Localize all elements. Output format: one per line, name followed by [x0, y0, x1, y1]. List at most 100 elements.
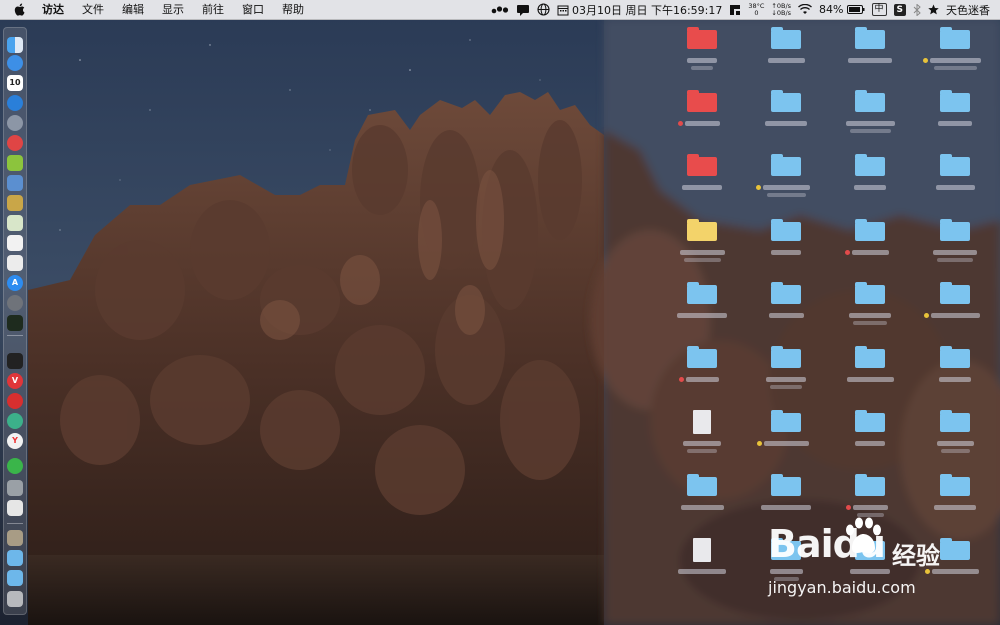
folder-icon	[687, 219, 717, 241]
desktop-item[interactable]	[939, 346, 971, 369]
wifi-icon[interactable]	[798, 4, 812, 15]
sync-icon[interactable]	[7, 413, 23, 429]
desktop-item[interactable]	[939, 154, 971, 177]
desktop-item-label	[854, 185, 886, 190]
appstore-icon[interactable]: A	[7, 275, 23, 291]
preview-icon[interactable]	[7, 175, 23, 191]
desktop-item[interactable]	[770, 27, 802, 50]
menu-app-finder[interactable]: 访达	[42, 0, 64, 19]
network-speed[interactable]: ↑0B/s ↓0B/s	[771, 2, 791, 17]
folder-icon	[687, 346, 717, 368]
desktop-item[interactable]	[686, 410, 718, 434]
bluetooth-icon[interactable]	[913, 3, 921, 16]
s-app-icon[interactable]: S	[893, 3, 906, 16]
globe-icon[interactable]	[537, 3, 550, 16]
battery-percent[interactable]: 84%	[819, 3, 843, 16]
archive-utility-icon[interactable]	[7, 530, 23, 546]
desktop-item[interactable]	[686, 219, 718, 242]
temperature-value: 0	[754, 8, 759, 17]
desktop-item[interactable]	[770, 410, 802, 433]
desktop-item[interactable]	[770, 282, 802, 305]
desktop-item[interactable]	[854, 219, 886, 242]
netease-music-icon[interactable]	[7, 393, 23, 409]
desktop-item[interactable]	[686, 474, 718, 497]
folder-icon	[771, 474, 801, 496]
folder-icon	[940, 90, 970, 112]
desktop-item[interactable]	[854, 154, 886, 177]
desktop-item[interactable]	[686, 538, 718, 562]
temperature-readout[interactable]: 38°C 0	[748, 2, 764, 17]
desktop-item[interactable]	[770, 346, 802, 369]
folder-icon	[940, 346, 970, 368]
desktop-item[interactable]	[770, 90, 802, 113]
desktop-item[interactable]	[939, 410, 971, 433]
system-preferences-icon[interactable]	[7, 295, 23, 311]
trash-icon[interactable]	[7, 591, 23, 607]
calendar-icon[interactable]	[557, 4, 569, 16]
desktop-item-label	[761, 505, 811, 510]
desktop-item[interactable]	[686, 154, 718, 177]
desktop-item[interactable]	[854, 282, 886, 305]
notes-icon[interactable]	[7, 195, 23, 211]
vivaldi-icon[interactable]: V	[7, 373, 23, 389]
finder-icon[interactable]	[7, 37, 23, 53]
input-method-indicator[interactable]: 中	[871, 3, 887, 16]
menu-edit[interactable]: 编辑	[122, 0, 144, 19]
desktop-item[interactable]	[686, 282, 718, 305]
desktop-item[interactable]	[686, 346, 718, 369]
desktop-item[interactable]	[770, 219, 802, 242]
desktop-item[interactable]	[854, 346, 886, 369]
dots-menu-icon[interactable]	[491, 5, 509, 15]
desktop-item[interactable]	[770, 474, 802, 497]
desktop-item-label	[766, 193, 806, 197]
menu-go[interactable]: 前往	[202, 0, 224, 19]
script-editor-icon[interactable]	[7, 500, 23, 516]
compass-icon[interactable]	[7, 95, 23, 111]
star-icon[interactable]	[928, 4, 939, 15]
terminal-icon[interactable]	[7, 353, 23, 369]
downloads-folder-icon[interactable]	[7, 550, 23, 566]
desktop-item[interactable]	[854, 474, 886, 497]
calendar-icon[interactable]: 10	[7, 75, 23, 91]
desktop-item-label	[848, 58, 892, 63]
desktop-item[interactable]	[939, 27, 971, 50]
desktop-item-label	[768, 313, 804, 318]
documents-folder-icon[interactable]	[7, 570, 23, 586]
desktop-item[interactable]	[770, 154, 802, 177]
desktop-item[interactable]	[939, 282, 971, 305]
desktop-item[interactable]	[686, 27, 718, 50]
user-name-label[interactable]: 天色迷香	[946, 2, 990, 18]
file-icon[interactable]	[7, 255, 23, 271]
desktop-item[interactable]	[854, 27, 886, 50]
desktop-item[interactable]	[939, 474, 971, 497]
battery-icon[interactable]	[846, 5, 865, 14]
menu-help[interactable]: 帮助	[282, 0, 304, 19]
desktop-item[interactable]	[854, 410, 886, 433]
automator-icon[interactable]	[7, 480, 23, 496]
desktop-item-label	[687, 449, 717, 453]
yandex-icon[interactable]: Y	[7, 433, 23, 449]
dock-separator	[7, 335, 23, 336]
desktop-item-label	[933, 66, 977, 70]
hammer-icon[interactable]	[729, 4, 741, 16]
maps-icon[interactable]	[7, 215, 23, 231]
message-icon[interactable]	[516, 4, 530, 16]
activity-monitor-icon[interactable]	[7, 315, 23, 331]
launchpad-icon[interactable]	[7, 115, 23, 131]
android-icon[interactable]	[7, 155, 23, 171]
desktop-item[interactable]	[686, 90, 718, 113]
baidu-watermark: Baidu 经验 jingyan.baidu.com	[768, 516, 968, 606]
desktop-item[interactable]	[939, 90, 971, 113]
desktop-item[interactable]	[854, 90, 886, 113]
menu-view[interactable]: 显示	[162, 0, 184, 19]
textedit-icon[interactable]	[7, 235, 23, 251]
apple-menu-icon[interactable]	[14, 3, 26, 17]
folder-icon	[771, 219, 801, 241]
safari-icon[interactable]	[7, 55, 23, 71]
clock-datetime[interactable]: 03月10日 周日 下午16:59:17	[572, 2, 722, 18]
menu-window[interactable]: 窗口	[242, 0, 264, 19]
wechat-icon[interactable]	[7, 458, 23, 474]
app-red-icon[interactable]	[7, 135, 23, 151]
menu-file[interactable]: 文件	[82, 0, 104, 19]
desktop-item[interactable]	[939, 219, 971, 242]
